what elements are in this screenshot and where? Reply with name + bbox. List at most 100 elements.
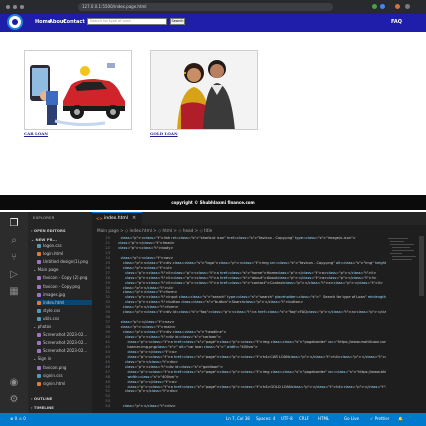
line-number: 39 [105,330,110,335]
file-item[interactable]: signin.css [37,373,92,378]
search-button[interactable]: Search [170,18,185,25]
car-loan-image[interactable] [24,50,132,130]
cursor-position-status[interactable]: Ln 7, Col 38 [226,416,250,421]
line-number: 42 [105,344,110,349]
line-number: 47 [105,369,110,374]
line-number: 50 [105,384,110,389]
extensions-icon[interactable]: ▦ [8,286,20,298]
site-logo[interactable] [7,14,23,30]
code-line: class="p"></class="t">a> [127,379,178,384]
file-item[interactable]: Screenshot 2023-02... [37,332,92,338]
breadcrumb[interactable]: Main page > ◇ index.html > ◇ html > ◇ he… [97,228,212,233]
file-item[interactable]: images.jpg [37,292,92,297]
file-name: utils.css [43,315,60,321]
line-number: 33 [105,300,110,305]
tab-label: index.html [104,216,128,221]
encoding-status[interactable]: UTF-8 [281,416,293,421]
line-number: 35 [105,310,110,315]
close-icon[interactable]: × [132,215,136,221]
car-loan-link[interactable]: CAR LOAN [24,131,48,136]
file-item[interactable]: Screenshot 2023-02... [37,340,92,346]
menu-icon[interactable] [405,4,410,9]
copyright-text: copyright © Shubhlaxmi finance.com [171,200,255,205]
file-name: Sign in [37,356,52,362]
file-item[interactable]: signin.html [37,381,92,386]
language-mode-status[interactable]: HTML [318,416,329,421]
code-line: class="p"><class="t">link rel=class="s">… [120,236,356,240]
go-live-button[interactable]: Go Live [344,416,359,421]
file-name: favicon.png [43,364,67,370]
source-control-icon[interactable]: ⑂ [8,252,20,264]
line-number: 48 [105,374,110,379]
line-number: 25 [105,260,110,265]
gold-loan-image[interactable] [150,50,258,130]
file-item[interactable]: logon.css [37,243,92,248]
notifications-bell-icon[interactable]: 🔔 [398,416,403,421]
timeline-section[interactable]: › TIMELINE [31,405,54,410]
file-name: Untitled design(1).png [43,259,88,265]
tab-index-html[interactable]: <> index.html × [92,212,142,225]
code-line: class="p"><class="t">div id=class="s">"g… [125,364,224,369]
file-name: favicon - Copy (2).png [43,275,88,281]
file-name: images.jpg [43,291,66,297]
folder-item[interactable]: ⌄ Sign in [33,356,92,361]
file-type-icon [37,373,41,378]
settings-gear-icon[interactable]: ⚙ [8,394,20,406]
code-line: width=class="s">"400vw"> [127,374,179,379]
prettier-status[interactable]: ✓ Prettier [370,416,389,421]
code-line: class="p"><class="t">li>class="p"><class… [125,270,377,275]
file-name: signin.html [43,380,66,386]
project-folder-section[interactable]: ⌄ NEW PR... [31,237,57,242]
problems-status[interactable]: ⊗ 0 ⚠ 0 [10,416,26,421]
extension-icon[interactable] [380,4,385,9]
code-line: class="p"></class="t">div> [122,404,176,409]
window-controls[interactable] [6,5,24,9]
profile-avatar[interactable] [395,4,400,9]
file-item[interactable]: utils.css [37,316,92,321]
file-name: photos [37,324,52,329]
eol-status[interactable]: CRLF [299,416,309,421]
code-line: class="p"><class="t">ul> [122,265,173,270]
line-number: 23 [105,250,110,255]
file-type-icon [37,300,41,305]
run-debug-icon[interactable]: ▷ [8,269,20,281]
indentation-status[interactable]: Spaces: 4 [256,416,275,421]
folder-item[interactable]: ⌄ Main page [33,267,92,272]
line-number: 28 [105,275,110,280]
faq-link[interactable]: FAQ [391,19,402,25]
code-line: class="p"></class="t">nav> [120,320,175,325]
address-bar[interactable]: 127.0.0.1:5500/index.page.html [78,3,333,11]
file-type-icon [37,244,41,248]
file-item[interactable]: login.html [37,251,92,257]
code-line: class="p"><class="t">main> [120,325,176,330]
editor-scrollbar[interactable] [419,236,424,296]
line-number: 37 [105,320,110,325]
line-number: 27 [105,270,110,275]
code-line: class="p"><class="t">div id=class="s">"f… [122,310,386,315]
extension-icon[interactable] [372,4,377,9]
folder-item[interactable]: ⌄ photos [33,324,92,329]
search-input[interactable]: Search for type of Loan [87,18,167,25]
file-item[interactable]: style.css [37,308,92,313]
explorer-icon[interactable]: ❐ [8,218,20,230]
minimap[interactable] [388,236,416,276]
gold-loan-link[interactable]: GOLD LOAN [150,131,178,136]
file-type-icon [37,260,41,265]
account-icon[interactable]: ◉ [8,377,20,389]
line-number: 40 [105,335,110,339]
search-icon[interactable]: ⌕ [8,235,20,247]
file-item[interactable]: favicon - Copy.png [37,284,92,289]
file-type-icon [37,308,41,313]
code-line: class="p"><class="t">form> [122,290,178,295]
file-item[interactable]: Untitled design(1).png [37,259,92,265]
file-name: signin.css [43,372,63,378]
code-line: class="p"><class="t">a href=class="s">"p… [127,369,386,374]
file-item[interactable]: Screenshot 2023-02... [37,348,92,354]
file-type-icon [37,284,41,289]
outline-section[interactable]: › OUTLINE [31,396,52,401]
file-item[interactable]: index.html [37,299,92,305]
open-editors-section[interactable]: › OPEN EDITORS [31,228,66,233]
file-item[interactable]: favicon.png [37,365,92,370]
file-item[interactable]: favicon - Copy (2).png [37,275,92,281]
nav-contact-link[interactable]: Contact [63,19,85,25]
